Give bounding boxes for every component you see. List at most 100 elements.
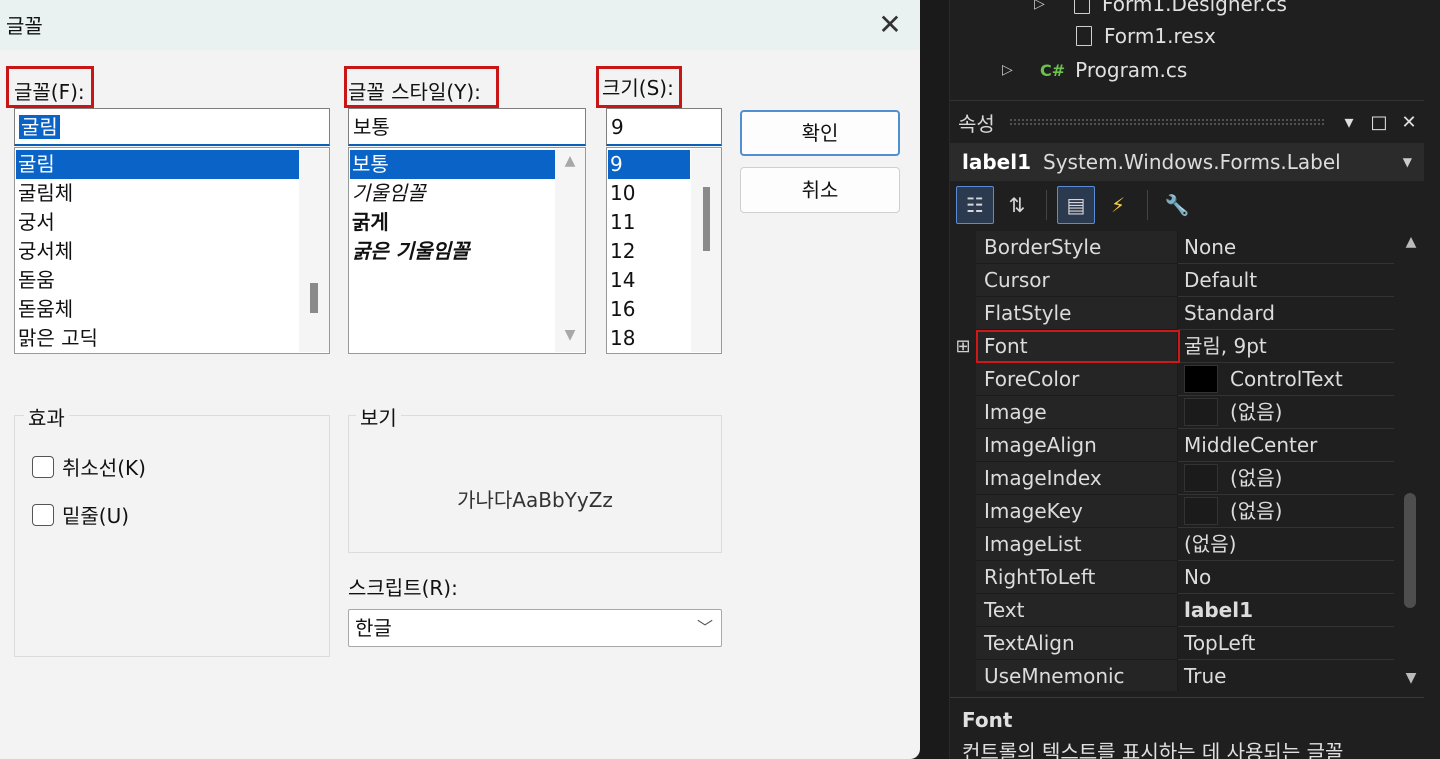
tree-item-form1-resx[interactable]: Form1.resx xyxy=(1076,20,1216,52)
list-item[interactable]: 16 xyxy=(608,295,635,324)
row-gutter xyxy=(950,561,976,594)
font-list-scrollbar[interactable] xyxy=(299,149,329,352)
property-row-cursor[interactable]: Cursor Default xyxy=(950,264,1394,297)
property-value[interactable]: ControlText xyxy=(1178,363,1394,396)
property-row-imageindex[interactable]: ImageIndex (없음) xyxy=(950,462,1394,495)
list-item[interactable]: 10 xyxy=(608,179,635,208)
property-value[interactable]: TopLeft xyxy=(1178,627,1394,660)
property-row-font[interactable]: ⊞ Font 굴림, 9pt xyxy=(950,330,1394,363)
property-value[interactable]: No xyxy=(1178,561,1394,594)
tree-item-program-cs[interactable]: ▷ C# Program.cs xyxy=(1002,54,1187,86)
list-item[interactable]: 11 xyxy=(608,208,635,237)
chevron-down-icon[interactable]: ﹀ xyxy=(697,610,713,646)
ok-button[interactable]: 확인 xyxy=(740,110,900,156)
property-name: RightToLeft xyxy=(976,561,1178,594)
script-dropdown[interactable]: 한글 ﹀ xyxy=(348,609,722,647)
scroll-down-icon[interactable]: ▼ xyxy=(555,327,585,343)
list-item[interactable]: 14 xyxy=(608,266,635,295)
property-row-usemnemonic[interactable]: UseMnemonic True xyxy=(950,660,1394,691)
property-row-imagealign[interactable]: ImageAlign MiddleCenter xyxy=(950,429,1394,462)
expand-arrow-icon[interactable]: ▷ xyxy=(1034,0,1050,12)
scroll-down-icon[interactable]: ▼ xyxy=(1398,665,1424,691)
scroll-thumb[interactable] xyxy=(1404,493,1416,608)
property-value-text: ControlText xyxy=(1230,366,1343,391)
list-item[interactable]: 굵게 xyxy=(350,208,389,237)
window-menu-icon[interactable]: ▾ xyxy=(1334,112,1364,133)
expand-arrow-icon[interactable]: ▷ xyxy=(1002,62,1018,78)
list-item[interactable]: 굴림체 xyxy=(16,179,73,208)
font-dialog: 글꼴 ✕ 글꼴(F): 굴림 굴림 굴림체 궁서 궁서체 돋움 돋움체 맑은 고… xyxy=(0,0,920,759)
property-value[interactable]: label1 xyxy=(1178,594,1394,627)
row-gutter xyxy=(950,264,976,297)
list-item[interactable]: 9 xyxy=(608,150,690,179)
expand-plus-icon[interactable]: ⊞ xyxy=(950,330,976,363)
property-row-imagelist[interactable]: ImageList (없음) xyxy=(950,528,1394,561)
property-value[interactable]: Standard xyxy=(1178,297,1394,330)
property-value[interactable]: (없음) xyxy=(1178,528,1394,561)
list-item[interactable]: 18 xyxy=(608,324,635,353)
property-value[interactable]: (없음) xyxy=(1178,495,1394,528)
list-item[interactable]: 맑은 고딕 xyxy=(16,324,98,353)
list-item[interactable]: 돋움체 xyxy=(16,295,73,324)
effects-label: 효과 xyxy=(24,402,69,431)
row-gutter xyxy=(950,594,976,627)
property-pages-wrench-icon[interactable]: 🔧 xyxy=(1158,186,1196,224)
csharp-file-icon: C# xyxy=(1040,60,1066,80)
close-icon[interactable]: ✕ xyxy=(870,6,910,46)
font-size-input[interactable]: 9 xyxy=(606,108,722,146)
list-item[interactable]: 보통 xyxy=(350,150,555,179)
property-row-forecolor[interactable]: ForeColor ControlText xyxy=(950,363,1394,396)
property-value[interactable]: (없음) xyxy=(1178,396,1394,429)
checkbox-box[interactable] xyxy=(32,503,54,526)
scroll-thumb[interactable] xyxy=(310,283,318,313)
object-selector[interactable]: label1 System.Windows.Forms.Label ▼ xyxy=(950,143,1424,181)
maximize-icon[interactable]: □ xyxy=(1364,112,1394,133)
font-name-input[interactable]: 굴림 xyxy=(14,108,330,146)
property-grid: BorderStyle None Cursor Default FlatStyl… xyxy=(950,229,1424,691)
tree-item-form1-designer[interactable]: ▷ Form1.Designer.cs xyxy=(1034,0,1287,20)
scroll-up-icon[interactable]: ▲ xyxy=(555,153,585,169)
properties-icon[interactable]: ▤ xyxy=(1057,186,1095,224)
property-row-borderstyle[interactable]: BorderStyle None xyxy=(950,231,1394,264)
font-size-list[interactable]: 9 10 11 12 14 16 18 xyxy=(606,147,722,354)
font-name-list[interactable]: 굴림 굴림체 궁서 궁서체 돋움 돋움체 맑은 고딕 xyxy=(14,147,330,354)
close-icon[interactable]: ✕ xyxy=(1394,112,1424,133)
list-item[interactable]: 굴림 xyxy=(16,150,299,179)
strikeout-checkbox[interactable]: 취소선(K) xyxy=(32,452,146,481)
dialog-titlebar[interactable]: 글꼴 ✕ xyxy=(0,0,920,50)
titlebar-grip[interactable] xyxy=(1008,118,1324,126)
font-style-list[interactable]: 보통 기울임꼴 굵게 굵은 기울임꼴 ▲ ▼ xyxy=(348,147,586,354)
scroll-thumb[interactable] xyxy=(703,187,710,251)
list-item[interactable]: 돋움 xyxy=(16,266,55,295)
alphabetical-icon[interactable]: ⇅ xyxy=(998,186,1036,224)
scroll-up-icon[interactable]: ▲ xyxy=(1398,229,1424,255)
chevron-down-icon[interactable]: ▼ xyxy=(1403,155,1412,169)
list-item[interactable]: 궁서체 xyxy=(16,237,73,266)
checkbox-box[interactable] xyxy=(32,455,54,478)
property-grid-scrollbar[interactable]: ▲ ▼ xyxy=(1398,229,1424,691)
property-row-textalign[interactable]: TextAlign TopLeft xyxy=(950,627,1394,660)
categorized-icon[interactable]: ☷ xyxy=(956,186,994,224)
property-value[interactable]: MiddleCenter xyxy=(1178,429,1394,462)
style-list-scrollbar[interactable]: ▲ ▼ xyxy=(555,149,585,352)
size-list-scrollbar[interactable] xyxy=(691,149,721,352)
property-value[interactable]: None xyxy=(1178,231,1394,264)
list-item[interactable]: 궁서 xyxy=(16,208,55,237)
underline-checkbox[interactable]: 밑줄(U) xyxy=(32,500,129,529)
property-value[interactable]: 굴림, 9pt xyxy=(1178,330,1394,363)
list-item[interactable]: 기울임꼴 xyxy=(350,179,426,208)
property-row-text[interactable]: Text label1 xyxy=(950,594,1394,627)
panel-divider[interactable] xyxy=(920,0,950,759)
cancel-button[interactable]: 취소 xyxy=(740,167,900,213)
events-lightning-icon[interactable]: ⚡ xyxy=(1099,186,1137,224)
list-item[interactable]: 굵은 기울임꼴 xyxy=(350,237,469,266)
property-value[interactable]: (없음) xyxy=(1178,462,1394,495)
property-value[interactable]: True xyxy=(1178,660,1394,691)
font-style-input[interactable]: 보통 xyxy=(348,108,586,146)
list-item[interactable]: 12 xyxy=(608,237,635,266)
property-value[interactable]: Default xyxy=(1178,264,1394,297)
property-row-imagekey[interactable]: ImageKey (없음) xyxy=(950,495,1394,528)
property-row-flatstyle[interactable]: FlatStyle Standard xyxy=(950,297,1394,330)
property-row-righttoleft[interactable]: RightToLeft No xyxy=(950,561,1394,594)
property-row-image[interactable]: Image (없음) xyxy=(950,396,1394,429)
